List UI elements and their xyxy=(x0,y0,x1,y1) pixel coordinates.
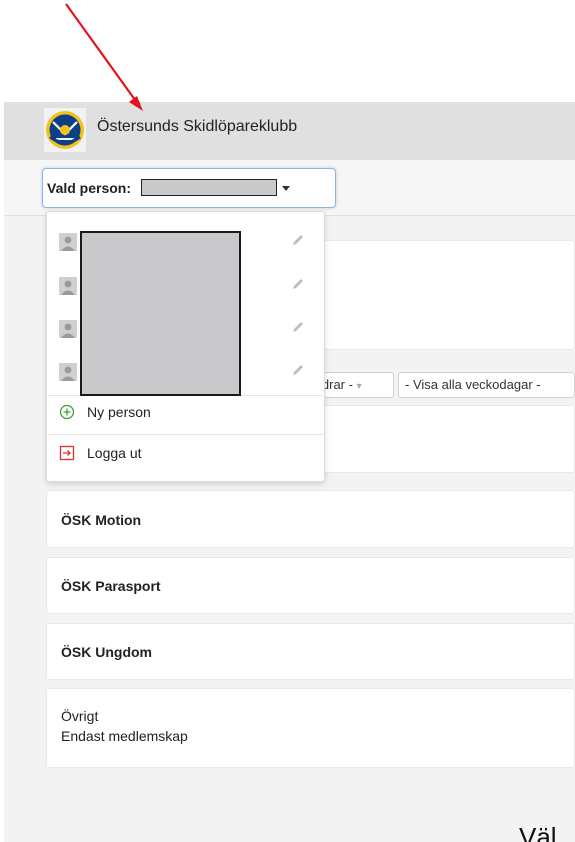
pencil-icon[interactable] xyxy=(291,320,305,334)
bottom-caption: Väl xyxy=(519,822,557,842)
group-subtitle: Endast medlemskap xyxy=(61,728,188,744)
new-person-label: Ny person xyxy=(87,404,151,420)
person-names-redaction xyxy=(80,231,241,396)
group-title: Övrigt xyxy=(61,708,99,724)
group-title: ÖSK Motion xyxy=(61,512,142,528)
person-avatar-icon xyxy=(59,320,77,338)
group-card-parasport[interactable]: ÖSK Parasport xyxy=(46,557,575,614)
pencil-icon[interactable] xyxy=(291,233,305,247)
chevron-down-icon[interactable] xyxy=(282,186,290,191)
group-card-motion[interactable]: ÖSK Motion xyxy=(46,490,575,548)
weekday-filter-select[interactable]: - Visa alla veckodagar - xyxy=(398,372,575,398)
logout-icon xyxy=(59,445,75,461)
group-card-ungdom[interactable]: ÖSK Ungdom xyxy=(46,623,575,680)
pencil-icon[interactable] xyxy=(291,277,305,291)
group-title: ÖSK Parasport xyxy=(61,578,161,594)
new-person-button[interactable]: Ny person xyxy=(47,396,324,429)
logout-button[interactable]: Logga ut xyxy=(47,437,324,470)
club-crest-icon[interactable] xyxy=(44,108,86,152)
weekday-filter-value: - Visa alla veckodagar - xyxy=(405,377,541,392)
menu-divider xyxy=(48,434,325,435)
person-avatar-icon xyxy=(59,277,77,295)
person-select[interactable]: Vald person: xyxy=(42,168,336,208)
group-card-ovrigt[interactable]: Övrigt Endast medlemskap xyxy=(46,688,575,768)
selected-person-redaction xyxy=(141,179,277,196)
club-name: Östersunds Skidlöpareklubb xyxy=(97,118,298,135)
person-avatar-icon xyxy=(59,233,77,251)
person-select-label: Vald person: xyxy=(47,180,132,196)
chevron-down-icon: ▾ xyxy=(356,381,362,392)
person-avatar-icon xyxy=(59,363,77,381)
add-circle-icon xyxy=(59,404,75,420)
group-title: ÖSK Ungdom xyxy=(61,644,152,660)
logout-label: Logga ut xyxy=(87,445,142,461)
pencil-icon[interactable] xyxy=(291,363,305,377)
